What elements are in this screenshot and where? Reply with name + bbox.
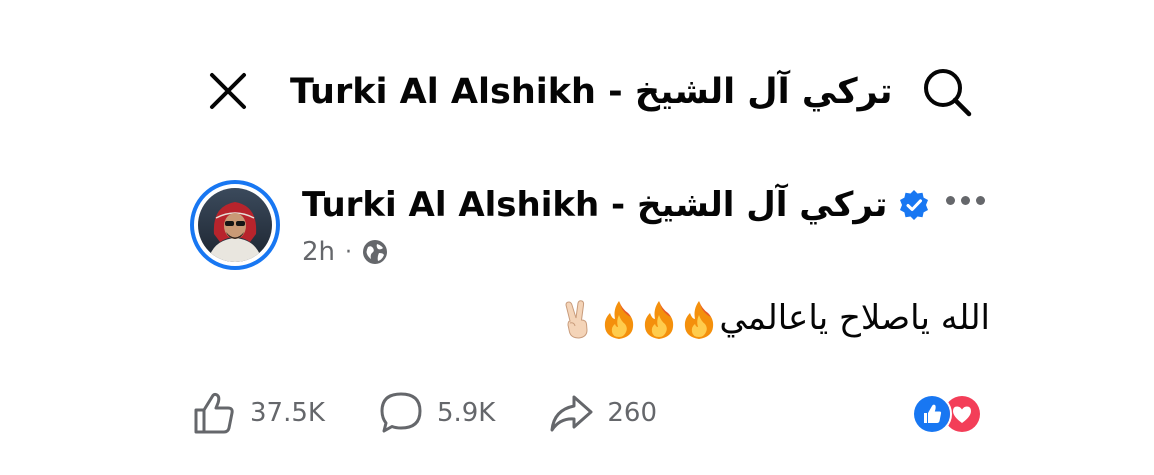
post-text: الله ياصلاح ياعالمي [719, 298, 990, 338]
fire-icon [640, 299, 678, 341]
more-options-dot [945, 195, 955, 205]
verified-badge-icon [897, 188, 931, 222]
author-name[interactable]: Turki Al Alshikh - تركي آل الشيخ [302, 180, 887, 230]
post-view: Turki Al Alshikh - تركي آل الشيخ Turki A… [0, 0, 1154, 475]
search-query-title: Turki Al Alshikh - تركي آل الشيخ [290, 72, 893, 112]
search-header: Turki Al Alshikh - تركي آل الشيخ [0, 50, 1154, 134]
victory-hand-icon [560, 299, 598, 341]
author-row: Turki Al Alshikh - تركي آل الشيخ [302, 180, 931, 230]
comment-button[interactable]: 5.9K [377, 389, 495, 437]
fire-icon [600, 299, 638, 341]
more-options-dot [960, 195, 970, 205]
share-button[interactable]: 260 [547, 389, 657, 437]
search-icon [924, 69, 972, 117]
post-time[interactable]: 2h [302, 237, 335, 267]
fire-icon [680, 299, 718, 341]
comment-count: 5.9K [436, 398, 496, 428]
like-reaction-icon [912, 394, 952, 434]
avatar-image [198, 188, 272, 262]
share-icon [547, 389, 595, 437]
close-button[interactable] [200, 63, 256, 119]
reaction-summary[interactable] [912, 394, 992, 434]
post-emojis [559, 299, 719, 341]
meta-separator: · [345, 239, 353, 265]
like-count: 37.5K [250, 398, 325, 428]
post-meta: 2h · [302, 232, 388, 272]
share-count: 260 [607, 398, 657, 428]
post-content: الله ياصلاح ياعالمي [559, 288, 990, 348]
more-options-dot [975, 195, 985, 205]
comment-icon [377, 389, 425, 437]
more-options-button[interactable] [935, 178, 995, 222]
author-avatar[interactable] [190, 180, 280, 270]
close-icon [210, 73, 246, 109]
like-button[interactable]: 37.5K [190, 389, 325, 437]
thumbs-up-icon [190, 389, 238, 437]
globe-icon [362, 239, 388, 265]
post-actions: 37.5K 5.9K 260 [190, 385, 709, 441]
search-button[interactable] [915, 60, 979, 124]
